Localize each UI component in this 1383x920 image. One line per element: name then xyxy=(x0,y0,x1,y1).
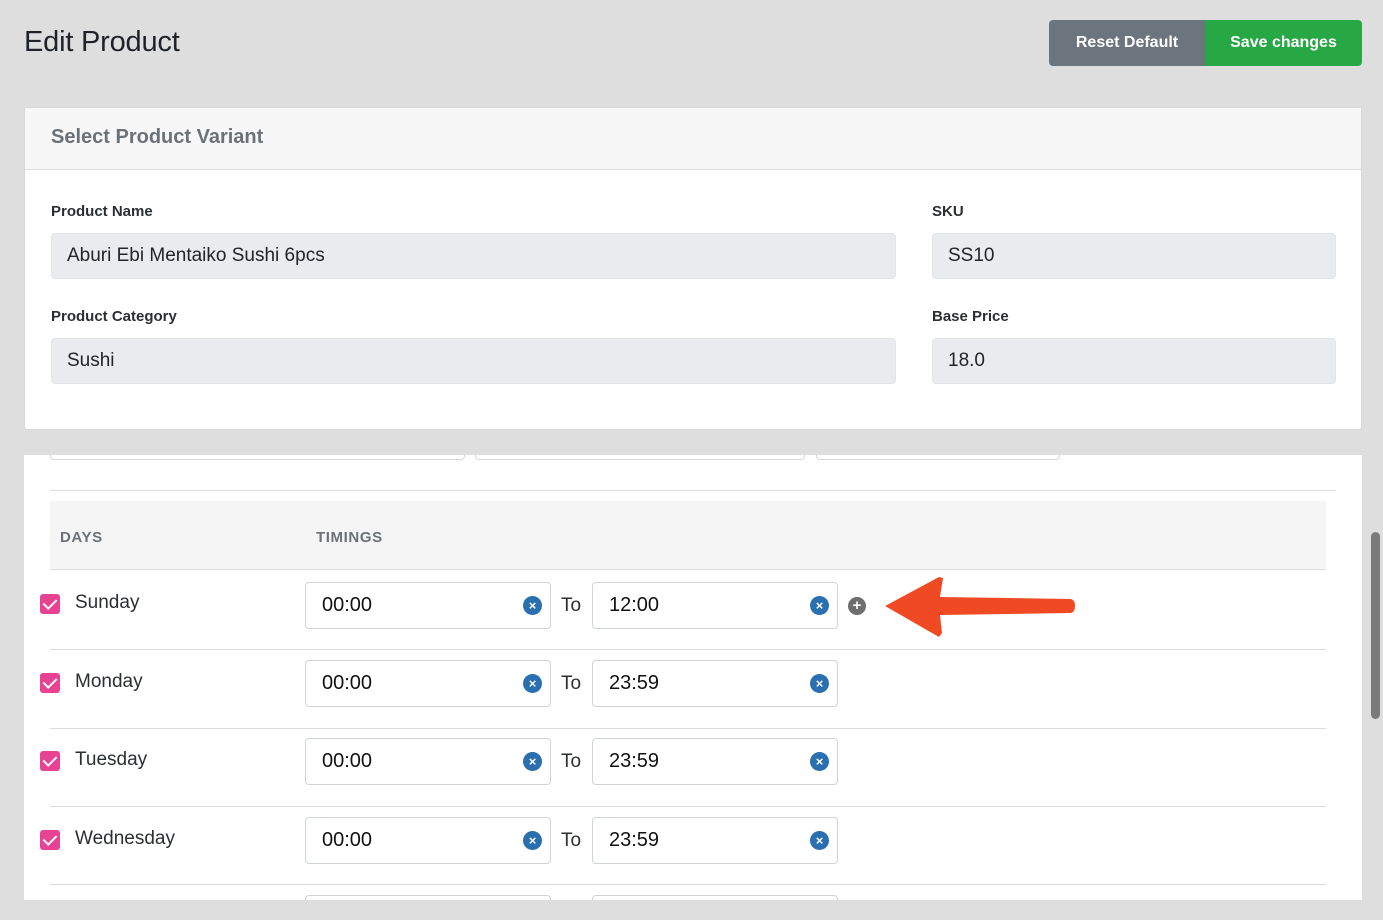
next-from-time-input[interactable] xyxy=(305,895,551,900)
to-label: To xyxy=(561,595,582,616)
base-price-field: Base Price 18.0 xyxy=(932,308,1336,384)
scrollbar-thumb[interactable] xyxy=(1371,532,1380,719)
product-category-field: Product Category Sushi xyxy=(51,308,896,384)
time-value: 00:00 xyxy=(322,829,373,851)
time-value: 23:59 xyxy=(609,829,660,851)
sunday-checkbox[interactable] xyxy=(40,594,60,614)
sku-label: SKU xyxy=(932,203,964,220)
base-price-input[interactable]: 18.0 xyxy=(932,338,1336,384)
header-actions: Reset Default Save changes xyxy=(1049,20,1362,66)
day-label: Tuesday xyxy=(75,749,148,770)
day-label: Wednesday xyxy=(75,828,175,849)
wednesday-checkbox[interactable] xyxy=(40,830,60,850)
schedule-row-monday: Monday 00:00 × To 23:59 × xyxy=(24,650,1326,729)
add-timing-icon[interactable]: + xyxy=(848,597,866,615)
page-title: Edit Product xyxy=(24,26,180,58)
sunday-from-time-input[interactable]: 00:00 × xyxy=(305,582,551,629)
schedule-row-wednesday: Wednesday 00:00 × To 23:59 × xyxy=(24,806,1326,885)
annotation-arrow-icon xyxy=(885,577,1075,637)
card-title: Select Product Variant xyxy=(51,126,264,148)
monday-to-time-input[interactable]: 23:59 × xyxy=(592,660,838,707)
time-value: 23:59 xyxy=(609,750,660,772)
tuesday-checkbox[interactable] xyxy=(40,751,60,771)
product-variant-card: Select Product Variant Product Name Abur… xyxy=(24,107,1362,430)
time-value: 00:00 xyxy=(322,672,373,694)
sunday-to-time-input[interactable]: 12:00 × xyxy=(592,582,838,629)
time-value: 23:59 xyxy=(609,672,660,694)
base-price-label: Base Price xyxy=(932,308,1009,325)
schedule-row-next xyxy=(24,884,1326,900)
schedule-row-tuesday: Tuesday 00:00 × To 23:59 × xyxy=(24,728,1326,807)
clear-icon[interactable]: × xyxy=(810,596,829,615)
scrolled-input[interactable] xyxy=(475,455,805,460)
save-changes-button[interactable]: Save changes xyxy=(1205,20,1362,66)
to-label: To xyxy=(561,751,582,772)
monday-checkbox[interactable] xyxy=(40,673,60,693)
wednesday-to-time-input[interactable]: 23:59 × xyxy=(592,817,838,864)
time-value: 00:00 xyxy=(322,750,373,772)
clear-icon[interactable]: × xyxy=(810,752,829,771)
product-name-input[interactable]: Aburi Ebi Mentaiko Sushi 6pcs xyxy=(51,233,896,279)
product-category-label: Product Category xyxy=(51,308,177,325)
sku-field: SKU SS10 xyxy=(932,203,1336,279)
clear-icon[interactable]: × xyxy=(810,831,829,850)
schedule-table-header: DAYS TIMINGS xyxy=(50,501,1326,570)
tuesday-from-time-input[interactable]: 00:00 × xyxy=(305,738,551,785)
clear-icon[interactable]: × xyxy=(523,674,542,693)
time-value: 12:00 xyxy=(609,594,660,616)
monday-from-time-input[interactable]: 00:00 × xyxy=(305,660,551,707)
sku-input[interactable]: SS10 xyxy=(932,233,1336,279)
to-label: To xyxy=(561,673,582,694)
scrolled-input[interactable] xyxy=(50,455,465,460)
divider xyxy=(50,490,1336,491)
product-name-label: Product Name xyxy=(51,203,153,220)
schedule-card: DAYS TIMINGS Sunday 00:00 × To 12:00 × +… xyxy=(24,455,1362,900)
next-to-time-input[interactable] xyxy=(592,895,838,900)
clear-icon[interactable]: × xyxy=(523,831,542,850)
product-category-input[interactable]: Sushi xyxy=(51,338,896,384)
timings-column-header: TIMINGS xyxy=(316,529,383,546)
product-name-field: Product Name Aburi Ebi Mentaiko Sushi 6p… xyxy=(51,203,896,279)
clear-icon[interactable]: × xyxy=(810,674,829,693)
page-header: Edit Product Reset Default Save changes xyxy=(0,0,1383,88)
reset-default-button[interactable]: Reset Default xyxy=(1049,20,1205,66)
day-label: Monday xyxy=(75,671,143,692)
schedule-row-sunday: Sunday 00:00 × To 12:00 × + xyxy=(24,571,1326,650)
time-value: 00:00 xyxy=(322,594,373,616)
day-label: Sunday xyxy=(75,592,140,613)
clear-icon[interactable]: × xyxy=(523,752,542,771)
clear-icon[interactable]: × xyxy=(523,596,542,615)
card-header: Select Product Variant xyxy=(25,108,1361,170)
wednesday-from-time-input[interactable]: 00:00 × xyxy=(305,817,551,864)
tuesday-to-time-input[interactable]: 23:59 × xyxy=(592,738,838,785)
days-column-header: DAYS xyxy=(60,529,103,546)
to-label: To xyxy=(561,830,582,851)
scrolled-input[interactable] xyxy=(816,455,1060,460)
